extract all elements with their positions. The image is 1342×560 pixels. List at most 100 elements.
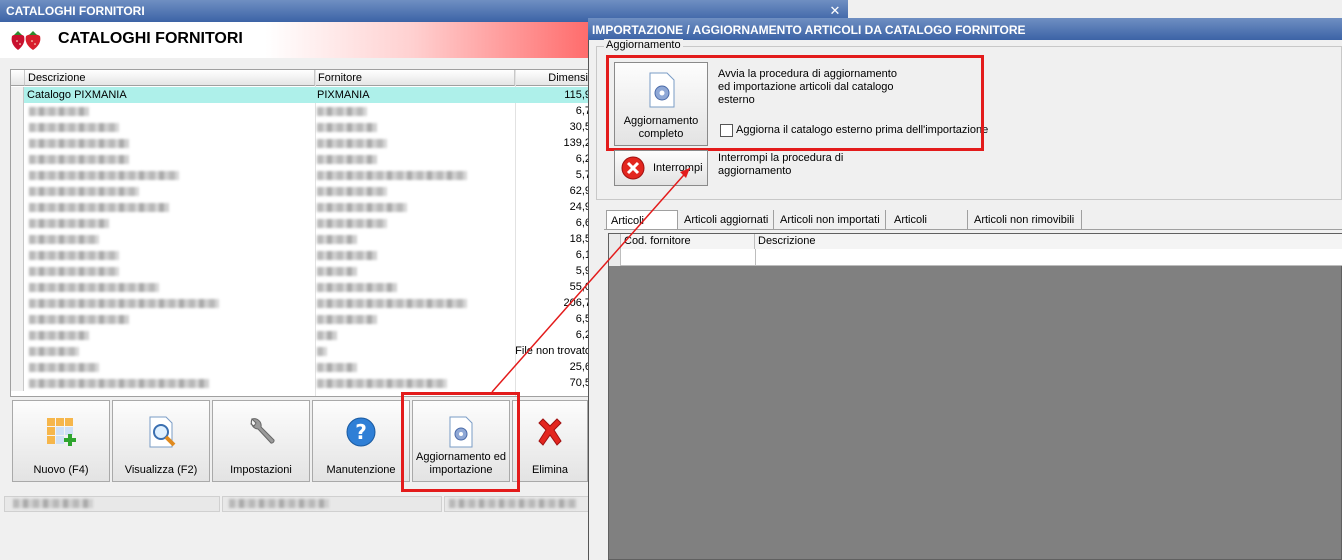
stop-button[interactable]: Interrompi [614, 150, 708, 186]
column-header-supplier[interactable]: Fornitore [315, 70, 515, 86]
table-row[interactable]: 18,5 [11, 231, 591, 247]
row-indicator [11, 135, 24, 151]
maintenance-button[interactable]: ? Manutenzione [312, 400, 410, 482]
highlight-frame-full-update [606, 55, 984, 151]
view-button-label: Visualizza (F2) [124, 464, 198, 476]
delete-button[interactable]: Elimina [512, 400, 588, 482]
row-indicator [11, 87, 24, 103]
row-indicator [11, 279, 24, 295]
redacted-supplier [317, 315, 377, 324]
table-row[interactable]: 25,6 [11, 359, 591, 375]
table-row[interactable]: Catalogo PIXMANIA PIXMANIA 115,9 [11, 87, 591, 103]
redacted-description [29, 235, 99, 244]
svg-text:?: ? [355, 420, 367, 444]
redacted-supplier [317, 203, 407, 212]
redacted-supplier [317, 187, 387, 196]
redacted-description [29, 123, 119, 132]
table-row[interactable]: 30,5 [11, 119, 591, 135]
redacted-supplier [317, 363, 357, 372]
row-indicator [11, 119, 24, 135]
grid-indicator-header [11, 70, 25, 86]
strawberry-icon [11, 31, 41, 50]
table-row[interactable]: 62,9 [11, 183, 591, 199]
catalog-grid[interactable]: Descrizione Fornitore Dimensi Catalogo P… [10, 69, 592, 397]
row-indicator [11, 167, 24, 183]
cell-size: 6,2 [575, 329, 591, 341]
redacted-description [29, 203, 169, 212]
redacted-supplier [317, 219, 387, 228]
tab-articoli-aggiornati[interactable]: Articoli aggiornati [680, 210, 774, 230]
table-row[interactable]: 6,2 [11, 327, 591, 343]
cell-size: 6,5 [575, 313, 591, 325]
articles-grid[interactable] [608, 233, 1342, 560]
new-grid-icon [47, 418, 76, 446]
table-row[interactable]: 6,6 [11, 215, 591, 231]
column-header-size[interactable]: Dimensi [515, 70, 591, 86]
table-row[interactable]: 70,5 [11, 375, 591, 391]
table-row[interactable]: 6,7 [11, 103, 591, 119]
cell-size: 206,7 [563, 297, 591, 309]
redacted-supplier [317, 251, 377, 260]
row-indicator [11, 215, 24, 231]
articles-grid-empty-row[interactable] [621, 249, 1342, 266]
table-row[interactable]: 6,2 [11, 151, 591, 167]
table-row[interactable]: File non trovato [11, 343, 591, 359]
tab-articoli-nuovi[interactable]: Articoli nuovi [606, 210, 678, 247]
redacted-description [29, 347, 79, 356]
row-indicator [11, 183, 24, 199]
wrench-icon [250, 418, 275, 444]
page-title: CATALOGHI FORNITORI [58, 30, 243, 47]
cell-size: 25,6 [569, 361, 591, 373]
magnifier-document-icon [149, 416, 176, 448]
column-header-supplier-code[interactable]: Cod. fornitore [621, 234, 755, 249]
redacted-supplier [317, 379, 447, 388]
cell-size: 18,5 [569, 233, 591, 245]
redacted-description [29, 331, 89, 340]
redacted-supplier [317, 331, 337, 340]
highlight-frame-update-import [401, 392, 520, 492]
table-row[interactable]: 5,9 [11, 263, 591, 279]
redacted-description [29, 155, 129, 164]
redacted-supplier [317, 171, 467, 180]
stop-x-icon [621, 156, 645, 180]
cell-size: 24,9 [569, 201, 591, 213]
tab-articoli-non-importati[interactable]: Articoli non importati [776, 210, 886, 230]
cell-size: 5,7 [575, 169, 591, 181]
redacted-description [29, 267, 119, 276]
table-row[interactable]: 206,7 [11, 295, 591, 311]
table-row[interactable]: 6,1 [11, 247, 591, 263]
grid-cell-separator [755, 249, 756, 266]
status-cell-1 [4, 496, 220, 512]
status-cell-2 [222, 496, 442, 512]
cell-size: 139,2 [563, 137, 591, 149]
row-indicator [11, 247, 24, 263]
import-window-titlebar[interactable]: IMPORTAZIONE / AGGIORNAMENTO ARTICOLI DA… [588, 18, 1342, 40]
table-row[interactable]: 24,9 [11, 199, 591, 215]
redacted-supplier [317, 347, 327, 356]
redacted-supplier [317, 235, 357, 244]
tab-articoli-rimossi[interactable]: Articoli rimossi [890, 210, 968, 246]
row-indicator [11, 103, 24, 119]
maintenance-button-label: Manutenzione [326, 464, 396, 476]
settings-button[interactable]: Impostazioni [212, 400, 310, 482]
table-row[interactable]: 6,5 [11, 311, 591, 327]
cell-size: 6,1 [575, 249, 591, 261]
redacted-supplier [317, 299, 467, 308]
row-indicator [11, 359, 24, 375]
redacted-description [29, 251, 119, 260]
stop-description: Interrompi la procedura di aggiornamento [718, 152, 844, 177]
view-button[interactable]: Visualizza (F2) [112, 400, 210, 482]
tab-articoli-non-rimovibili[interactable]: Articoli non rimovibili [970, 210, 1082, 230]
row-indicator [11, 151, 24, 167]
redacted-supplier [317, 107, 367, 116]
table-row[interactable]: 5,7 [11, 167, 591, 183]
status-bar [0, 492, 590, 514]
table-row[interactable]: 139,2 [11, 135, 591, 151]
table-row[interactable]: 55,0 [11, 279, 591, 295]
column-header-article-description[interactable]: Descrizione [755, 234, 1342, 249]
redacted-description [29, 283, 159, 292]
cell-size: 6,6 [575, 217, 591, 229]
new-button[interactable]: Nuovo (F4) [12, 400, 110, 482]
redacted-supplier [317, 139, 387, 148]
column-header-description[interactable]: Descrizione [25, 70, 315, 86]
